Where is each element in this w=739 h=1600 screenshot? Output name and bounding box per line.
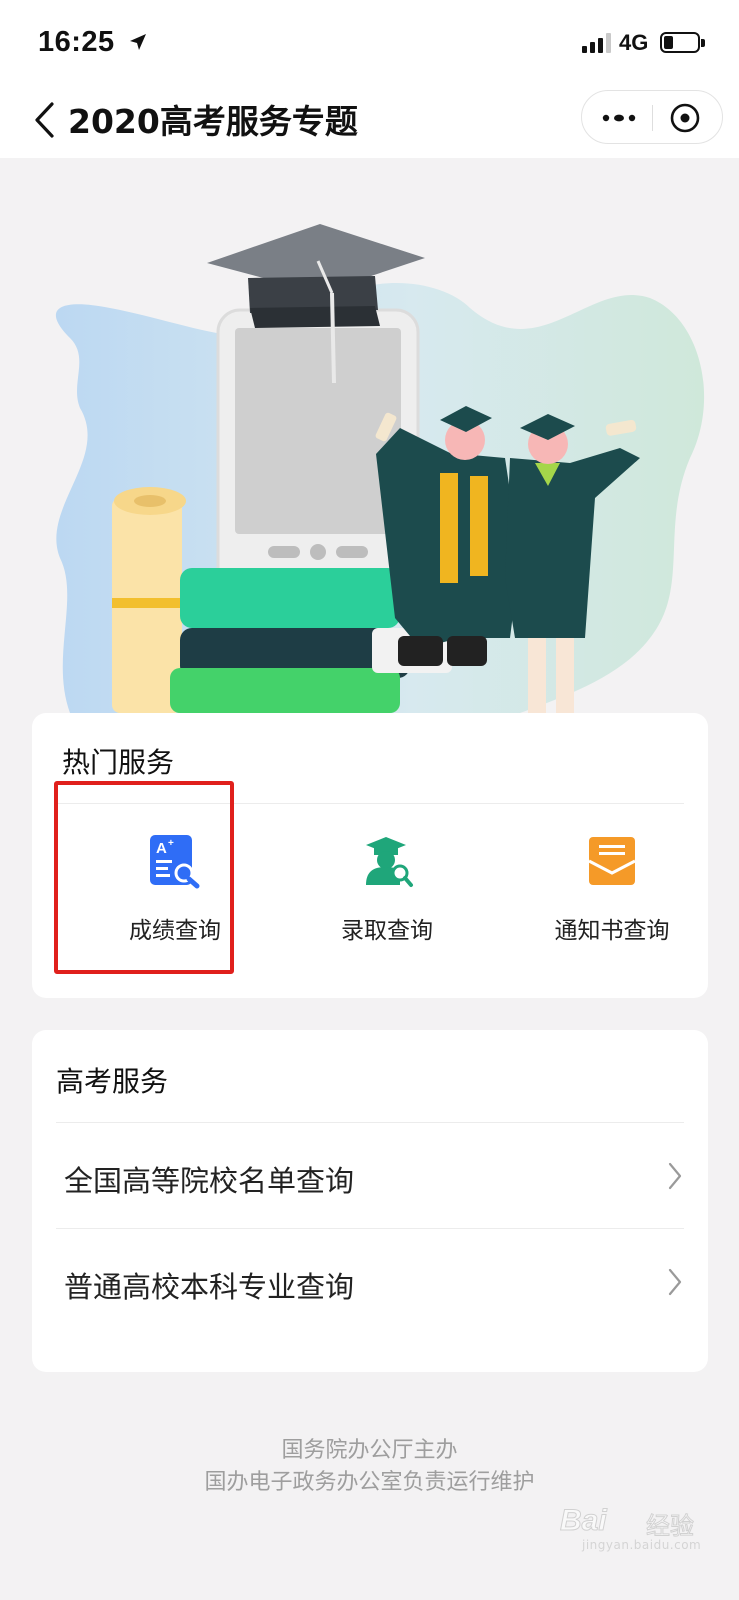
more-icon[interactable] [600, 108, 638, 128]
gaokao-services-title: 高考服务 [56, 1065, 169, 1098]
status-time: 16:25 [38, 26, 115, 58]
hero-illustration [0, 158, 739, 713]
hot-services-card: 热门服务 A + 成绩查询 录取查询 通知书查询 [32, 713, 708, 998]
page-title: 2020高考服务专题 [68, 102, 358, 141]
nav-bar: 2020高考服务专题 [0, 90, 739, 158]
chevron-right-icon [668, 1162, 682, 1190]
capsule-divider [652, 105, 653, 131]
admission-search-icon [366, 837, 413, 887]
hot-services-title: 热门服务 [62, 746, 175, 779]
svg-text:+: + [168, 838, 174, 849]
list-item-label: 全国高等院校名单查询 [64, 1164, 355, 1198]
status-bar: 16:25 4G [0, 0, 739, 90]
watermark-brand-cn: 经验 [646, 1512, 695, 1541]
service-score-query[interactable]: A + 成绩查询 [75, 833, 275, 953]
service-label: 成绩查询 [129, 918, 221, 944]
service-notice-letter-query[interactable]: 通知书查询 [512, 833, 712, 953]
list-item-university-list[interactable]: 全国高等院校名单查询 [32, 1122, 708, 1228]
miniprogram-capsule [581, 90, 723, 144]
cellular-signal-icon [582, 33, 611, 53]
baidu-jingyan-watermark: Bai 经验 jingyan.baidu.com [560, 1496, 710, 1558]
footer-sponsor: 国务院办公厅主办 [281, 1438, 458, 1463]
list-item-undergraduate-majors[interactable]: 普通高校本科专业查询 [32, 1228, 708, 1334]
chevron-right-icon [668, 1268, 682, 1296]
location-arrow-icon [130, 34, 146, 50]
service-admission-query[interactable]: 录取查询 [287, 833, 487, 953]
service-label: 通知书查询 [554, 918, 670, 944]
watermark-url: jingyan.baidu.com [582, 1538, 702, 1552]
service-label: 录取查询 [341, 918, 433, 944]
notice-letter-icon [588, 837, 636, 885]
score-search-icon: A + [150, 835, 200, 889]
list-item-label: 普通高校本科专业查询 [64, 1270, 355, 1304]
footer-maintainer: 国办电子政务办公室负责运行维护 [204, 1470, 535, 1495]
close-miniprogram-icon[interactable] [668, 101, 702, 135]
battery-icon [660, 32, 705, 53]
graduation-illustration [55, 224, 705, 713]
back-icon[interactable] [32, 100, 58, 140]
watermark-brand: Bai [560, 1504, 608, 1538]
gaokao-services-card: 高考服务 全国高等院校名单查询 普通高校本科专业查询 [32, 1030, 708, 1372]
network-type: 4G [619, 30, 649, 55]
svg-text:A: A [156, 840, 167, 857]
